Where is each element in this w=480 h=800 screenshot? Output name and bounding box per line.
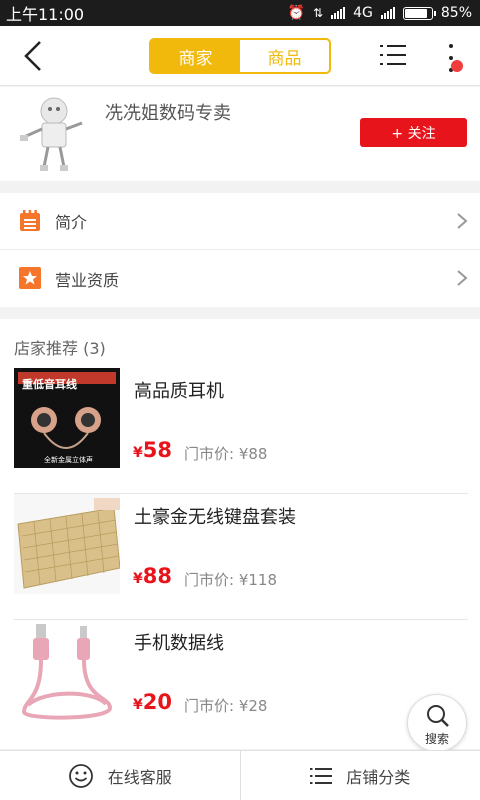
bottom-bar: 在线客服 店铺分类	[0, 750, 480, 800]
product-item[interactable]: 重低音耳线 全新金属立体声 高品质耳机 ¥58 门市价: ¥88	[14, 368, 468, 494]
earphone-box-subline: 全新金属立体声	[44, 455, 93, 464]
online-service-label: 在线客服	[107, 767, 172, 787]
row-intro-label: 简介	[55, 213, 88, 232]
alarm-icon: ⏰	[287, 5, 306, 21]
shop-category-button[interactable]: 店铺分类	[241, 751, 480, 800]
earphone-box-headline: 重低音耳线	[22, 377, 77, 391]
chevron-right-icon	[457, 270, 468, 286]
status-time: 上午11:00	[6, 5, 85, 24]
notification-dot	[451, 60, 463, 72]
product-title: 土豪金无线键盘套装	[134, 507, 296, 528]
battery-icon	[402, 6, 436, 20]
list-menu-icon[interactable]	[380, 44, 406, 66]
product-title: 手机数据线	[134, 633, 224, 654]
star-badge-icon	[19, 267, 41, 289]
network-type: 4G	[353, 5, 373, 21]
shop-logo	[20, 97, 83, 171]
tab-goods[interactable]: 商品	[240, 40, 329, 72]
search-label: 搜索	[424, 732, 449, 746]
recommend-section: 店家推荐 (3) 重低音耳线 全新金属立体声 高品质耳机 ¥58 门市价: ¥8…	[0, 319, 480, 749]
chevron-right-icon	[457, 213, 468, 229]
back-arrow-icon[interactable]	[20, 40, 50, 72]
row-intro[interactable]: 简介	[0, 193, 480, 250]
product-title: 高品质耳机	[134, 381, 224, 402]
segment-control: 商家 商品	[149, 38, 331, 74]
top-nav-bar: 商家 商品	[0, 26, 480, 86]
vibrate-icon: ⇅	[313, 6, 324, 20]
shop-name: 冼冼姐数码专卖	[105, 103, 231, 124]
product-original-price: 门市价: ¥28	[184, 697, 268, 715]
keyboard-image	[14, 494, 120, 594]
product-price: ¥58	[133, 438, 172, 462]
product-original-price: 门市价: ¥88	[184, 445, 268, 463]
smile-icon	[68, 763, 93, 788]
product-item[interactable]: 土豪金无线键盘套装 ¥88 门市价: ¥118	[14, 494, 468, 620]
notepad-icon	[20, 210, 40, 231]
shop-header: 冼冼姐数码专卖 + 关注	[0, 87, 480, 181]
row-qualification-label: 营业资质	[55, 270, 120, 290]
search-icon	[427, 705, 449, 727]
shop-info-list: 简介 营业资质	[0, 193, 480, 307]
online-service-button[interactable]: 在线客服	[0, 751, 240, 800]
follow-button[interactable]: + 关注	[360, 118, 467, 147]
cable-image	[14, 620, 120, 720]
signal-icon	[331, 7, 346, 19]
more-options-icon[interactable]	[440, 38, 462, 78]
product-price: ¥88	[133, 564, 172, 588]
product-original-price: 门市价: ¥118	[184, 571, 277, 589]
earphones-image: 重低音耳线 全新金属立体声	[14, 368, 120, 468]
product-item[interactable]: 手机数据线 ¥20 门市价: ¥28	[14, 620, 468, 746]
list-icon	[310, 767, 333, 784]
search-button[interactable]: 搜索	[407, 694, 467, 752]
status-bar: 上午11:00 ⏰ ⇅ 4G 85%	[0, 0, 480, 26]
product-price: ¥20	[133, 690, 172, 714]
signal-icon-2	[380, 7, 395, 19]
shop-category-label: 店铺分类	[346, 767, 411, 787]
battery-percent: 85%	[440, 5, 472, 21]
row-qualification[interactable]: 营业资质	[0, 250, 480, 307]
tab-shop[interactable]: 商家	[151, 40, 240, 72]
recommend-title: 店家推荐 (3)	[14, 339, 106, 358]
